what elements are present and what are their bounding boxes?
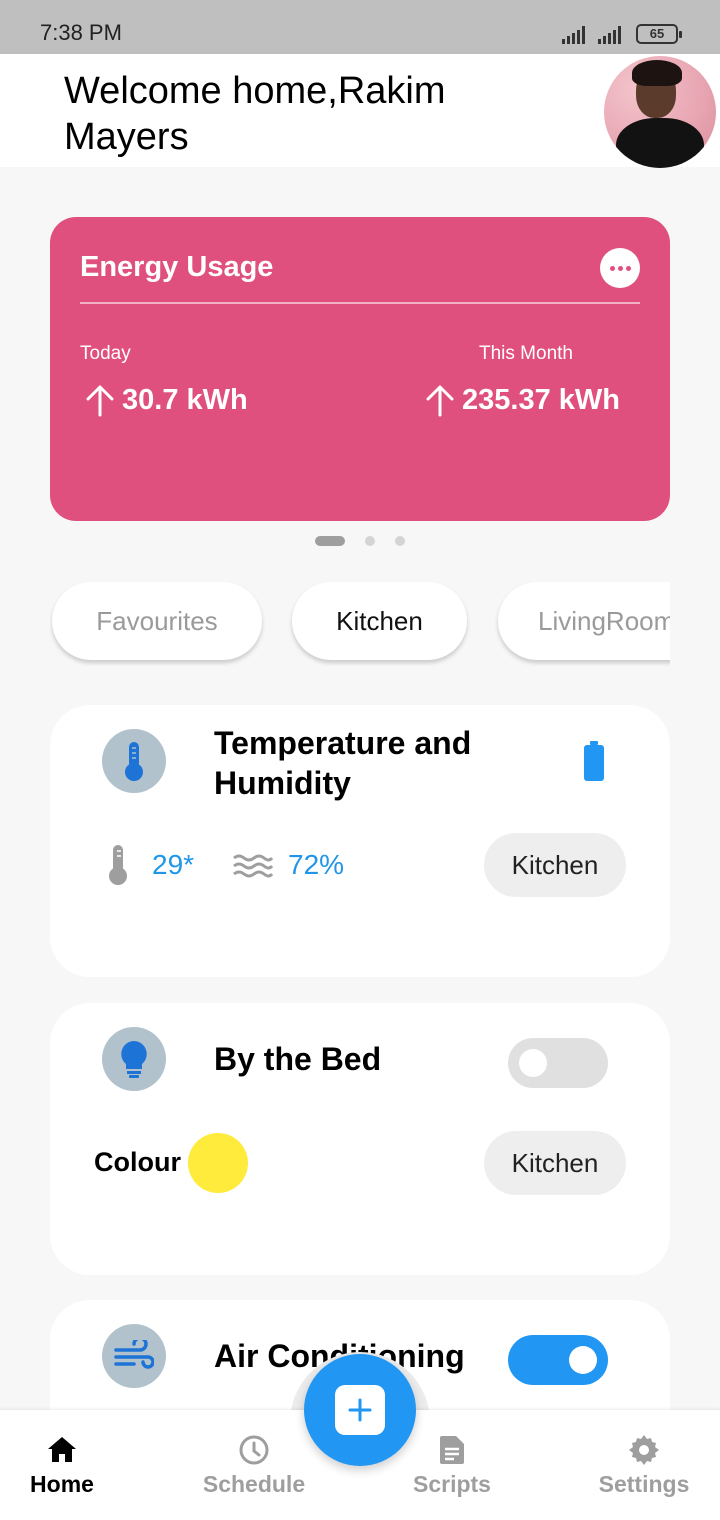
room-badge[interactable]: Kitchen: [484, 1131, 626, 1195]
add-device-button[interactable]: [304, 1354, 416, 1466]
lightbulb-icon: [102, 1027, 166, 1091]
page-dot[interactable]: [395, 536, 405, 546]
month-usage: 235.37 kWh: [424, 383, 620, 417]
nav-schedule-label: Schedule: [202, 1471, 306, 1497]
gear-icon: [629, 1435, 659, 1465]
energy-usage-card[interactable]: Energy Usage Today This Month 30.7 kWh 2…: [50, 217, 670, 521]
page-indicator: [315, 536, 405, 546]
divider: [80, 302, 640, 304]
this-month-label: This Month: [479, 343, 573, 364]
add-icon: [348, 1398, 372, 1422]
avatar[interactable]: [604, 56, 716, 168]
energy-usage-title: Energy Usage: [80, 251, 274, 283]
colour-swatch[interactable]: [188, 1133, 248, 1193]
signal-icon: [562, 24, 585, 44]
tab-kitchen[interactable]: Kitchen: [292, 582, 467, 660]
more-options-button[interactable]: [600, 248, 640, 288]
wind-icon: [102, 1324, 166, 1388]
nav-settings[interactable]: Settings: [574, 1410, 714, 1520]
nav-home-label: Home: [30, 1471, 94, 1497]
room-badge[interactable]: Kitchen: [484, 833, 626, 897]
status-time: 7:38 PM: [40, 20, 122, 45]
page-dot-active[interactable]: [315, 536, 345, 546]
nav-schedule[interactable]: Schedule: [184, 1410, 324, 1520]
thermometer-icon: [102, 729, 166, 793]
nav-home[interactable]: Home: [0, 1410, 132, 1520]
today-usage: 30.7 kWh: [84, 383, 248, 417]
humidity-value: 72%: [288, 849, 345, 880]
arrow-up-icon: [86, 385, 114, 417]
document-icon: [440, 1436, 464, 1464]
month-usage-value: 235.37 kWh: [462, 383, 620, 416]
temperature-value: 29*: [152, 849, 195, 880]
status-bar: 7:38 PM 65: [0, 0, 720, 54]
temperature-humidity-card[interactable]: Temperature and Humidity 29* 72% Kitchen: [50, 705, 670, 977]
power-toggle[interactable]: [508, 1038, 608, 1088]
home-icon: [48, 1437, 76, 1462]
room-tabs: Favourites Kitchen LivingRoom: [50, 580, 670, 670]
humidity-icon: [232, 853, 274, 884]
power-toggle[interactable]: [508, 1335, 608, 1385]
today-usage-value: 30.7 kWh: [122, 383, 248, 416]
battery-status-icon: 65: [636, 24, 682, 44]
signal-icon: [598, 24, 621, 44]
today-label: Today: [80, 343, 131, 364]
clock-icon: [239, 1435, 269, 1465]
tab-livingroom[interactable]: LivingRoom: [498, 582, 670, 660]
battery-icon: [583, 741, 605, 786]
thermometer-icon: [106, 843, 130, 892]
page-dot[interactable]: [365, 536, 375, 546]
header: Welcome home,Rakim Mayers: [0, 54, 720, 168]
device-title: By the Bed: [214, 1041, 382, 1077]
page-title: Welcome home,Rakim Mayers: [64, 70, 446, 158]
device-title: Temperature and Humidity: [214, 725, 472, 801]
nav-scripts-label: Scripts: [413, 1471, 491, 1497]
tab-favourites[interactable]: Favourites: [52, 582, 262, 660]
nav-settings-label: Settings: [598, 1471, 690, 1497]
arrow-up-icon: [426, 385, 454, 417]
by-the-bed-card[interactable]: By the Bed Colour Kitchen: [50, 1003, 670, 1275]
colour-label: Colour: [94, 1147, 181, 1177]
